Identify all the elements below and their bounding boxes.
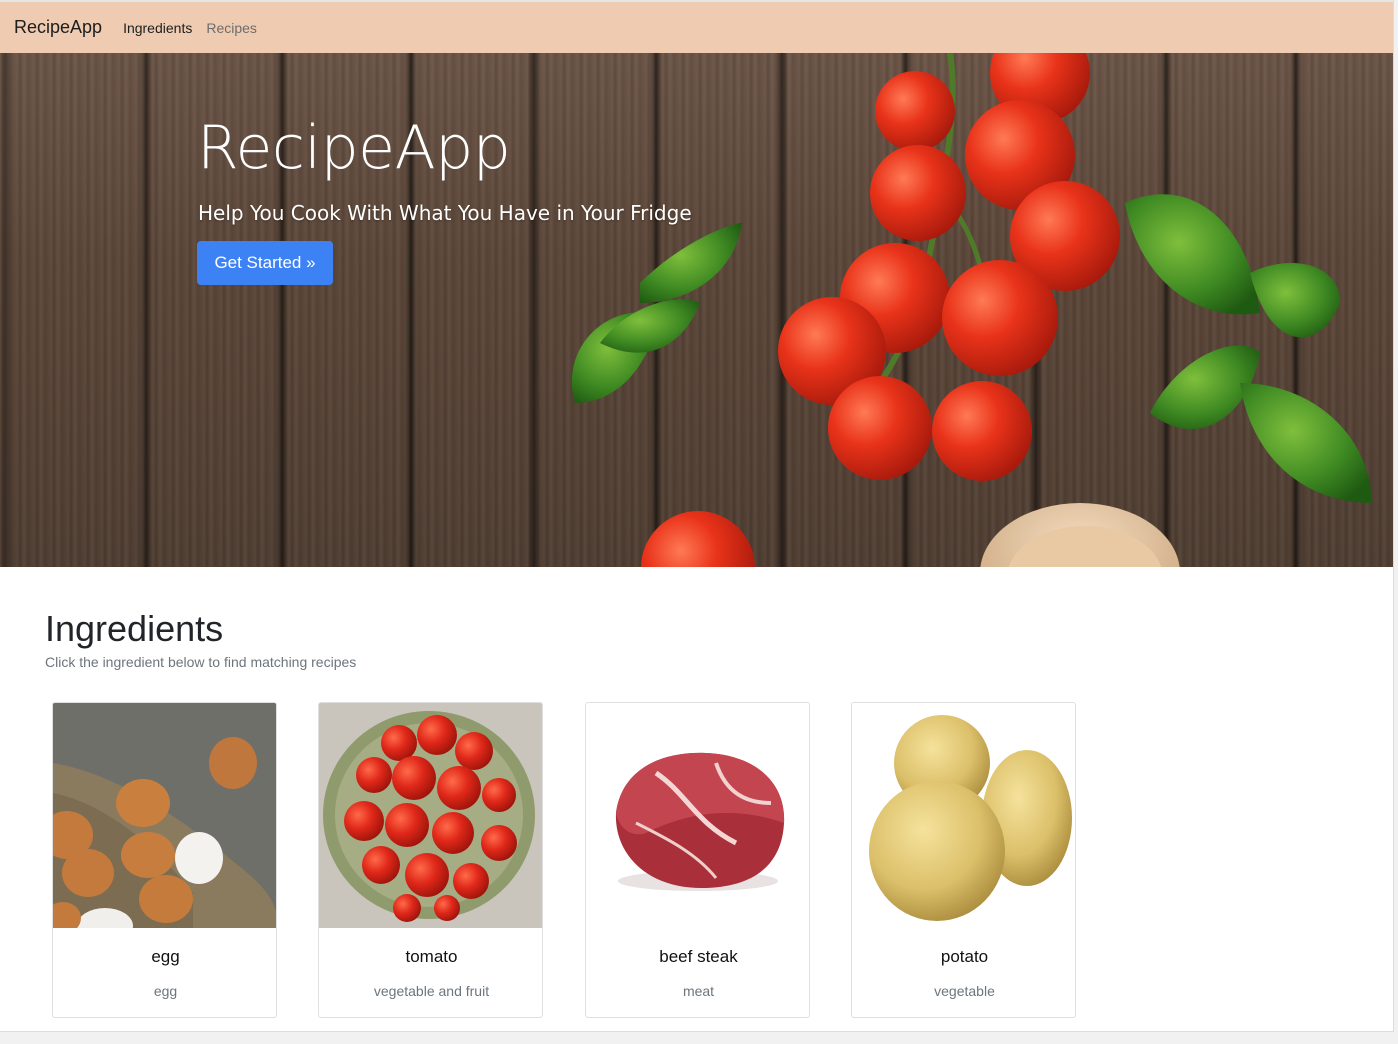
ingredient-name: tomato — [405, 947, 458, 966]
ingredient-name: potato — [940, 947, 989, 966]
ingredient-card-tomato[interactable]: tomato vegetable and fruit — [318, 702, 543, 1018]
ingredients-heading: Ingredients — [45, 608, 224, 649]
tomato-image — [319, 703, 542, 928]
ingredient-name: egg — [151, 947, 180, 966]
hero-subtitle: Help You Cook With What You Have in Your… — [198, 201, 692, 225]
hero-banner: RecipeApp Help You Cook With What You Ha… — [0, 53, 1393, 567]
ingredient-category: vegetable — [934, 983, 995, 999]
ingredients-subtitle: Click the ingredient below to find match… — [45, 654, 357, 670]
ingredient-card-potato[interactable]: potato vegetable — [851, 702, 1076, 1018]
nav-link-ingredients[interactable]: Ingredients — [123, 20, 192, 36]
get-started-button[interactable]: Get Started » — [197, 241, 333, 285]
nav-link-recipes[interactable]: Recipes — [206, 20, 257, 36]
hero-title: RecipeApp — [197, 113, 511, 183]
egg-image — [53, 703, 276, 928]
navbar: RecipeApp Ingredients Recipes — [0, 0, 1393, 53]
ingredient-category: meat — [682, 983, 715, 999]
ingredient-category: vegetable and fruit — [373, 983, 490, 999]
ingredient-name: beef steak — [659, 947, 738, 966]
beef-steak-image — [586, 703, 809, 928]
potato-image — [852, 703, 1075, 928]
brand-link[interactable]: RecipeApp — [14, 17, 102, 38]
ingredient-card-beef-steak[interactable]: beef steak meat — [585, 702, 810, 1018]
ingredient-category: egg — [153, 983, 178, 999]
ingredient-card-egg[interactable]: egg egg — [52, 702, 277, 1018]
page: RecipeApp Ingredients Recipes RecipeApp … — [0, 0, 1394, 1032]
